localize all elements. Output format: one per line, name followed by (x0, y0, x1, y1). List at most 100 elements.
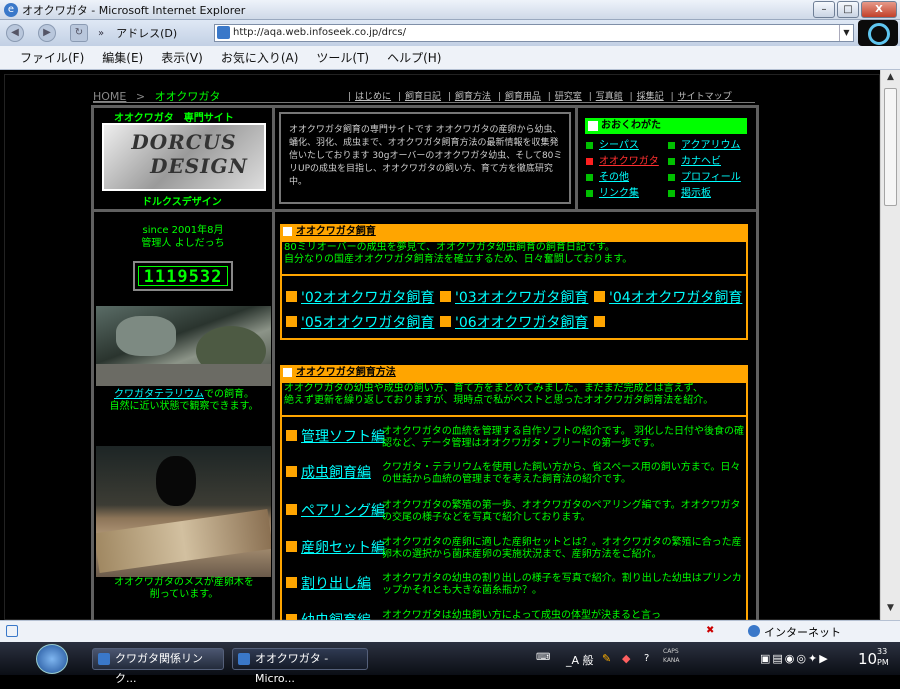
genre-link-aquarium[interactable]: アクアリウム (681, 140, 741, 151)
genre-link-links[interactable]: リンク集 (599, 188, 639, 199)
clock-hour[interactable]: 10 (858, 650, 877, 668)
scroll-down-icon[interactable]: ▼ (883, 603, 898, 618)
page-viewport: HOME > オオクワガタ | はじめに | 飼育日記 | 飼育方法 | 飼育用品 | 研… (0, 70, 880, 620)
close-button[interactable]: X (861, 1, 897, 18)
chevron-more-icon[interactable]: » (98, 28, 104, 39)
method-link-pairing[interactable]: ペアリング編 (301, 500, 385, 520)
genre-link-profile[interactable]: プロフィール (681, 172, 741, 183)
counter-digits: 1119532 (138, 266, 228, 287)
minimize-button[interactable]: – (813, 1, 835, 18)
genre-link-kanahebi[interactable]: カナヘビ (681, 156, 721, 167)
nav-diary[interactable]: 飼育日記 (405, 92, 441, 102)
female-beetle-photo[interactable] (96, 446, 271, 577)
kana-label: KANA (663, 657, 680, 664)
nav-method[interactable]: 飼育方法 (455, 92, 491, 102)
bullet-active-icon (586, 157, 593, 165)
terrarium-link[interactable]: クワガタテラリウム (114, 389, 204, 400)
task-ie[interactable]: オオクワガタ - Micro... (232, 648, 368, 685)
genre-link-other[interactable]: その他 (599, 172, 629, 183)
nav-collect[interactable]: 採集記 (637, 92, 664, 102)
scroll-thumb[interactable] (884, 88, 897, 206)
address-input[interactable]: http://aqa.web.infoseek.co.jp/drcs/ ▼ (214, 24, 854, 42)
nav-lab[interactable]: 研究室 (555, 92, 582, 102)
menu-help[interactable]: ヘルプ(H) (387, 49, 441, 66)
start-button[interactable] (36, 644, 68, 674)
popup-blocked-icon[interactable]: ✖ (706, 625, 720, 637)
forward-icon[interactable]: ▶ (38, 24, 56, 42)
task-links[interactable]: クワガタ関係リンク... (92, 648, 224, 685)
menu-edit[interactable]: 編集(E) (102, 49, 143, 66)
menu-view[interactable]: 表示(V) (161, 49, 203, 66)
photo2-caption-a: オオクワガタのメスが産卵木を (114, 577, 254, 588)
bullet-icon (586, 189, 593, 197)
row-divider (94, 209, 756, 212)
status-bar: ✖ インターネット (0, 620, 900, 642)
year-2005-link[interactable]: '05オオクワガタ飼育 (301, 312, 434, 332)
genre-link-bbs[interactable]: 掲示板 (681, 188, 711, 199)
genre-link-ookuwagata[interactable]: オオクワガタ (599, 156, 659, 167)
ime-dict-icon[interactable]: ◆ (622, 652, 630, 665)
bullet-icon (668, 157, 675, 165)
navigation-bar: ◀ ▶ ↻ » アドレス(D) http://aqa.web.infoseek.… (0, 20, 900, 46)
method-item: ペアリング編 オオクワガタの繁殖の第一歩、オオクワガタのペアリング編です。オオク… (286, 500, 748, 530)
method-item: 幼虫飼育編 オオクワガタは幼虫飼い方によって成虫の体型が決まると言っ (286, 610, 748, 620)
terrarium-photo[interactable] (96, 306, 271, 386)
bullet-icon (668, 173, 675, 181)
method-item: 産卵セット編 オオクワガタの産卵に適した産卵セットとは？。オオクワガタの繁殖に合… (286, 537, 748, 567)
maximize-button[interactable]: □ (837, 1, 859, 18)
refresh-icon[interactable]: ↻ (70, 24, 88, 42)
diary-title[interactable]: オオクワガタ飼育 (296, 226, 376, 237)
taskbar: クワガタ関係リンク... オオクワガタ - Micro... ⌨ _A 般 ✎ … (0, 642, 900, 685)
photo1-caption: クワガタテラリウムでの飼育。 自然に近い状態で観察できます。 (94, 389, 274, 413)
since-info: since 2001年8月 管理人 よしだっち (94, 224, 272, 250)
nav-hajimeni[interactable]: はじめに (355, 92, 391, 102)
menu-tools[interactable]: ツール(T) (316, 49, 369, 66)
zone-label: インターネット (764, 626, 841, 639)
keyboard-icon[interactable]: ⌨ (536, 652, 550, 663)
window-title: オオクワガタ - Microsoft Internet Explorer (22, 3, 246, 17)
help-icon[interactable]: ? (644, 653, 649, 664)
menu-file[interactable]: ファイル(F) (20, 49, 84, 66)
logo-text-2: DESIGN (150, 154, 248, 178)
method-header: オオクワガタ飼育方法 (280, 365, 748, 381)
year-2002-link[interactable]: '02オオクワガタ飼育 (301, 287, 434, 307)
genre-link-seabass[interactable]: シーパス (599, 140, 639, 151)
clock-ampm: PM (877, 658, 889, 667)
diary-desc: 80ミリオーバーの成虫を夢見て、オオクワガタ幼虫飼育の飼育日記です。 自分なりの… (284, 242, 633, 265)
year-2003-link[interactable]: '03オオクワガタ飼育 (455, 287, 588, 307)
method-title[interactable]: オオクワガタ飼育方法 (296, 367, 396, 378)
method-link-egglaying[interactable]: 産卵セット編 (301, 537, 385, 557)
logo-image[interactable]: DORCUS DESIGN (102, 123, 266, 191)
nav-sitemap[interactable]: サイトマップ (678, 92, 732, 102)
year-2006-link[interactable]: '06オオクワガタ飼育 (455, 312, 588, 332)
ime-mode[interactable]: _A 般 (566, 652, 594, 668)
tray-icons[interactable]: ▣▤◉◎✦▶ (760, 652, 830, 665)
windows-go-icon[interactable] (858, 20, 898, 46)
back-icon[interactable]: ◀ (6, 24, 24, 42)
header-rule (93, 102, 755, 103)
photo1-caption-a: での飼育。 (204, 389, 254, 400)
nav-goods[interactable]: 飼育用品 (505, 92, 541, 102)
logo-caption: ドルクスデザイン (142, 197, 222, 208)
bullet-icon (668, 189, 675, 197)
method-link-larva[interactable]: 幼虫飼育編 (301, 610, 371, 620)
admin-text: 管理人 よしだっち (141, 238, 225, 249)
method-link-breakout[interactable]: 割り出し編 (301, 573, 371, 593)
genre-title: おおくわがた (585, 118, 747, 134)
year-2004-link[interactable]: '04オオクワガタ飼育 (609, 287, 742, 307)
ime-tool-icon[interactable]: ✎ (602, 652, 611, 665)
address-dropdown-icon[interactable]: ▼ (839, 25, 853, 41)
method-rule (282, 415, 746, 417)
vertical-scrollbar[interactable]: ▲ ▼ (880, 70, 900, 620)
address-url: http://aqa.web.infoseek.co.jp/drcs/ (233, 27, 406, 38)
diary-header: オオクワガタ飼育 (280, 224, 748, 240)
method-link-software[interactable]: 管理ソフト編 (301, 426, 385, 446)
scroll-up-icon[interactable]: ▲ (883, 72, 898, 87)
method-item: 管理ソフト編 オオクワガタの血統を管理する自作ソフトの紹介です。 羽化した日付や… (286, 426, 748, 456)
col-divider (272, 105, 275, 620)
photo2-caption: オオクワガタのメスが産卵木を 削っています。 (94, 577, 274, 601)
caps-label: CAPS (663, 648, 679, 655)
nav-photo[interactable]: 写真館 (596, 92, 623, 102)
menu-favorites[interactable]: お気に入り(A) (221, 49, 299, 66)
method-link-adult[interactable]: 成虫飼育編 (301, 462, 371, 482)
